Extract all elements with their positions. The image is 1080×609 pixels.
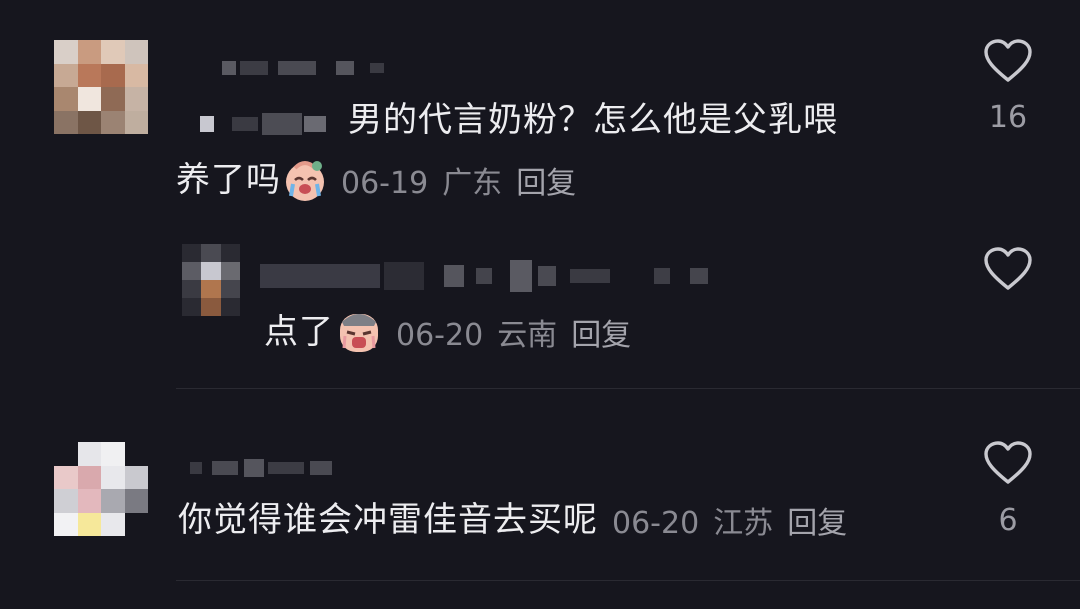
comment-text-line2: 养了吗 bbox=[176, 160, 281, 200]
like-count: 6 bbox=[998, 503, 1018, 538]
reply-target-name bbox=[200, 112, 326, 136]
reply-date: 06-20 bbox=[396, 318, 484, 353]
comment-location: 广东 bbox=[442, 166, 503, 201]
like-button[interactable] bbox=[978, 38, 1038, 88]
avatar[interactable] bbox=[54, 40, 148, 134]
comment-date: 06-20 bbox=[612, 506, 700, 541]
reply-button[interactable]: 回复 bbox=[787, 506, 847, 541]
crying-face-emoji bbox=[340, 314, 378, 352]
comment-text-line1: 男的代言奶粉？怎么他是父乳喂 bbox=[348, 100, 838, 140]
username[interactable] bbox=[260, 256, 708, 296]
reply-button[interactable]: 回复 bbox=[571, 318, 631, 353]
comment-text: 你觉得谁会冲雷佳音去买呢 bbox=[178, 500, 598, 540]
divider bbox=[176, 580, 1080, 581]
avatar[interactable] bbox=[54, 442, 148, 536]
like-button[interactable] bbox=[978, 440, 1038, 490]
reply-button[interactable]: 回复 bbox=[516, 166, 576, 201]
heart-outline-icon bbox=[984, 39, 1032, 82]
heart-outline-icon bbox=[984, 247, 1032, 290]
reply-location: 云南 bbox=[497, 318, 558, 353]
username[interactable] bbox=[190, 458, 332, 478]
username[interactable] bbox=[222, 58, 384, 78]
crying-baby-emoji bbox=[286, 161, 324, 201]
divider bbox=[176, 388, 1080, 389]
like-button[interactable] bbox=[978, 246, 1038, 296]
like-count: 16 bbox=[988, 100, 1028, 135]
heart-outline-icon bbox=[984, 441, 1032, 484]
comment-date: 06-19 bbox=[341, 166, 429, 201]
reply-text: 点了 bbox=[264, 312, 334, 352]
comment-location: 江苏 bbox=[713, 506, 774, 541]
avatar[interactable] bbox=[182, 244, 240, 316]
